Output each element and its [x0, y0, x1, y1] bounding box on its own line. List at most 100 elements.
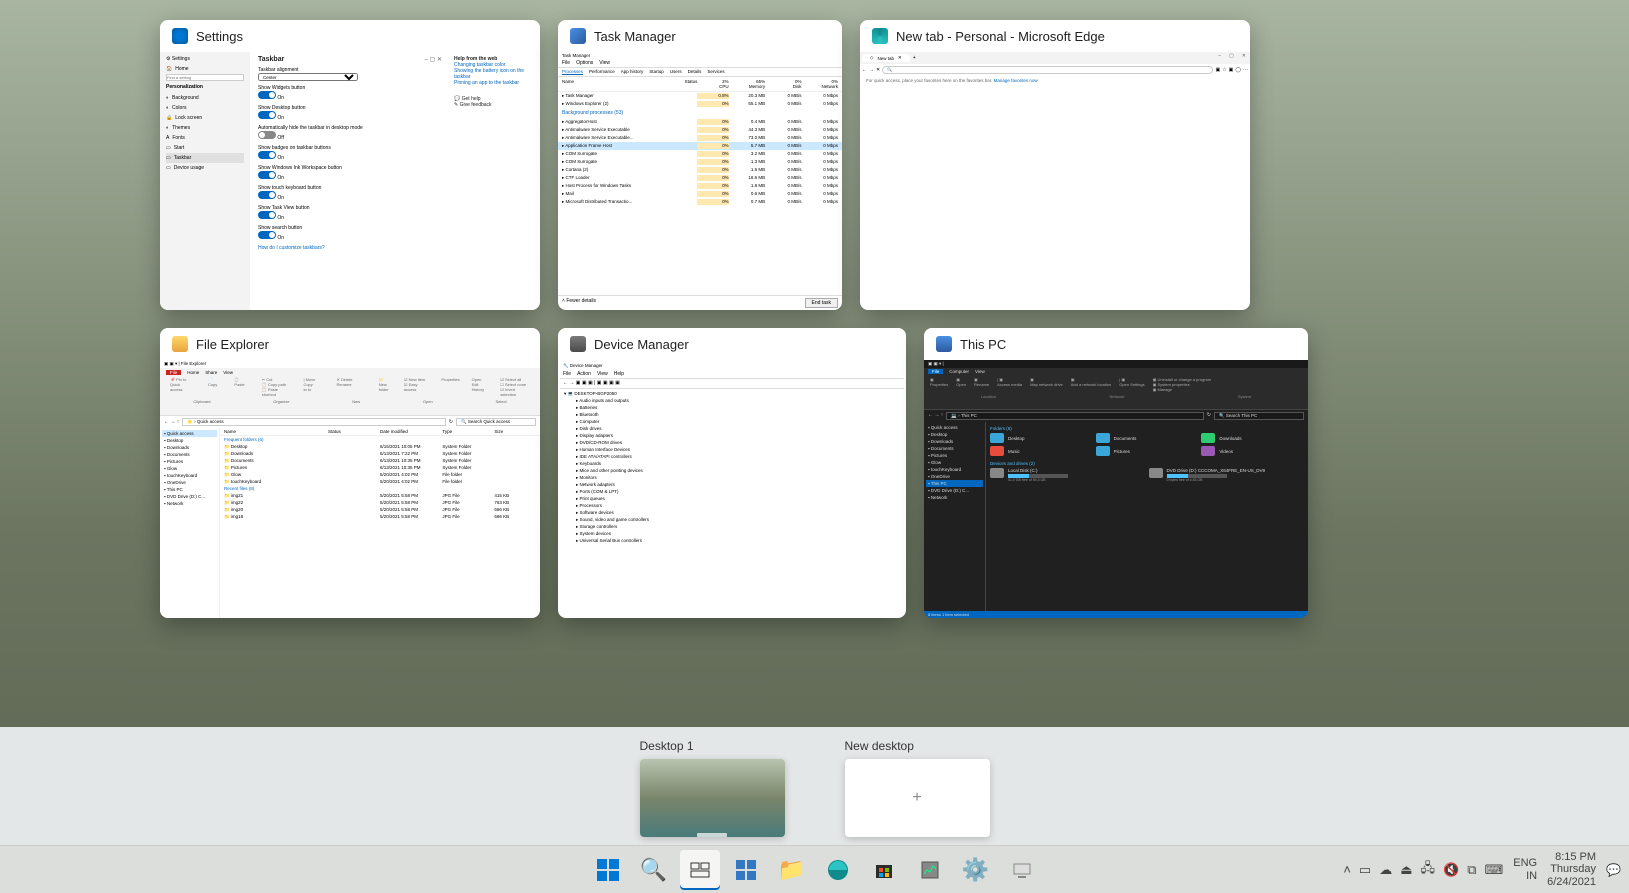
- sidebar-item[interactable]: ◐ Themes: [166, 123, 244, 133]
- toggle-row[interactable]: Show touch keyboard button On: [258, 185, 442, 201]
- volume-icon[interactable]: 🔇: [1443, 862, 1459, 878]
- file-row[interactable]: 📁 Desktop6/15/2021 10:05 PMSystem Folder: [220, 443, 540, 450]
- sidebar-item[interactable]: ▪ touchKeyboard: [926, 466, 983, 473]
- window-thumb-settings[interactable]: Settings ⚙ Settings 🏠 Home Personalizati…: [160, 20, 540, 310]
- alignment-select[interactable]: Center: [258, 73, 358, 81]
- desktop-1[interactable]: Desktop 1: [640, 739, 785, 837]
- customize-link[interactable]: How do I customize taskbars?: [258, 245, 325, 251]
- device-node[interactable]: ▸ Human Interface Devices: [564, 446, 900, 453]
- sidebar-item[interactable]: ▪ OneDrive: [162, 479, 217, 486]
- window-thumb-edge[interactable]: New tab - Personal - Microsoft Edge –▢✕ …: [860, 20, 1250, 310]
- sidebar[interactable]: ▪ Quick access▪ Desktop▪ Downloads▪ Docu…: [924, 422, 986, 611]
- process-row[interactable]: ▸ Antimalware Service Executable...0%73.…: [558, 134, 842, 142]
- sidebar-home[interactable]: 🏠 Home: [166, 64, 244, 74]
- file-row[interactable]: 📁 touchKeyboard5/20/2021 4:02 PMFile fol…: [220, 478, 540, 485]
- close-icon[interactable]: ✕: [876, 67, 880, 73]
- process-row[interactable]: ▸ COM Surrogate0%1.3 MB0 MB/s0 Mbps: [558, 158, 842, 166]
- sidebar-item[interactable]: ▪ This PC: [162, 486, 217, 493]
- network-icon[interactable]: 🖧: [1421, 859, 1436, 881]
- new-desktop[interactable]: New desktop +: [845, 739, 990, 837]
- profile-icon[interactable]: ◯: [1235, 67, 1241, 73]
- sidebar-item[interactable]: ▪ DVD Drive (D:) C...: [162, 493, 217, 500]
- device-node[interactable]: ▸ Universal Serial Bus controllers: [564, 537, 900, 544]
- process-row[interactable]: ▸ COM Surrogate0%3.2 MB0 MB/s0 Mbps: [558, 150, 842, 158]
- device-node[interactable]: ▸ Processors: [564, 502, 900, 509]
- toggle-row[interactable]: Show Widgets button On: [258, 85, 442, 101]
- notifications-icon[interactable]: 💬: [1606, 863, 1621, 877]
- window-thumb-devicemanager[interactable]: Device Manager 🔧 Device Manager File Act…: [558, 328, 906, 618]
- manage-favorites-link[interactable]: Manage favorites now: [994, 78, 1038, 83]
- device-tree[interactable]: ▾ 💻 DESKTOP-BGP2050 ▸ Audio inputs and o…: [560, 389, 904, 546]
- device-node[interactable]: ▸ Disk drives: [564, 425, 900, 432]
- clock[interactable]: 8:15 PM Thursday 6/24/2021: [1547, 851, 1596, 887]
- folder-item[interactable]: Music: [990, 446, 1093, 456]
- file-row[interactable]: 📁 img185/20/2021 5:58 PMJPG File696 KB: [220, 513, 540, 520]
- reader-icon[interactable]: ▣: [1215, 67, 1220, 73]
- toggle-row[interactable]: Show badges on taskbar buttons On: [258, 145, 442, 161]
- file-row[interactable]: 📁 Documents6/13/2021 10:35 PMSystem Fold…: [220, 457, 540, 464]
- device-node[interactable]: ▸ Audio inputs and outputs: [564, 397, 900, 404]
- process-row[interactable]: ▸ AggregatorHost0%0.4 MB0 MB/s0 Mbps: [558, 118, 842, 126]
- fileexplorer-button[interactable]: 📁: [772, 850, 812, 890]
- sidebar-item[interactable]: ▪ Downloads: [162, 444, 217, 451]
- ribbon[interactable]: File Home Share View 📌 Pin to Quickacces…: [160, 368, 540, 416]
- window-buttons[interactable]: –▢✕: [1214, 52, 1250, 60]
- folder-item[interactable]: Videos: [1201, 446, 1304, 456]
- desktop-thumbnail[interactable]: [640, 759, 785, 837]
- usb-icon[interactable]: ⏏: [1400, 862, 1412, 878]
- sidebar-item[interactable]: ▭ Start: [166, 143, 244, 153]
- toggle-row[interactable]: Show Desktop button On: [258, 105, 442, 121]
- drive-item[interactable]: DVD Drive (D:) CCCOMA_X64FRE_EN-US_DV90 …: [1149, 468, 1305, 482]
- sidebar-item[interactable]: ▪ OneDrive: [926, 473, 983, 480]
- process-row[interactable]: ▸ Cortana (2)0%1.5 MB0 MB/s0 Mbps: [558, 166, 842, 174]
- device-node[interactable]: ▸ Mice and other pointing devices: [564, 467, 900, 474]
- battery-icon[interactable]: ▭: [1359, 862, 1371, 878]
- sidebar-item[interactable]: ▪ Pictures: [926, 452, 983, 459]
- device-node[interactable]: ▸ Monitors: [564, 474, 900, 481]
- connect-icon[interactable]: ⧉: [1467, 862, 1476, 878]
- drive-item[interactable]: Local Disk (C:)41.0 GB free of 59.3 GB: [990, 468, 1146, 482]
- file-row[interactable]: 📁 img205/20/2021 5:58 PMJPG File666 KB: [220, 506, 540, 513]
- process-row[interactable]: ▸ CTF Loader0%18.6 MB0 MB/s0 Mbps: [558, 174, 842, 182]
- widgets-button[interactable]: [726, 850, 766, 890]
- process-row[interactable]: ▸ Microsoft Distributed Transactio...0%0…: [558, 198, 842, 206]
- favorite-icon[interactable]: ☆: [1222, 67, 1226, 73]
- forward-icon[interactable]: →: [869, 67, 874, 73]
- sidebar-item[interactable]: ◐ Background: [166, 93, 244, 103]
- device-node[interactable]: ▸ Software devices: [564, 509, 900, 516]
- url-input[interactable]: 🔍: [882, 66, 1213, 74]
- start-button[interactable]: [588, 850, 628, 890]
- file-list[interactable]: Name Status Date modified Type Size Freq…: [220, 428, 540, 618]
- devmgr-button[interactable]: [1002, 850, 1042, 890]
- address-bar[interactable]: ← → ↑ 💻 › This PC ↻ 🔍 Search This PC: [924, 410, 1308, 422]
- end-task-button[interactable]: End task: [805, 298, 838, 308]
- device-node[interactable]: ▸ Network adapters: [564, 481, 900, 488]
- device-node[interactable]: ▸ Storage controllers: [564, 523, 900, 530]
- sidebar-item[interactable]: ▪ Documents: [926, 445, 983, 452]
- device-node[interactable]: ▸ DVD/CD-ROM drives: [564, 439, 900, 446]
- sidebar-item[interactable]: ▪ Desktop: [926, 431, 983, 438]
- menu-icon[interactable]: ⋯: [1243, 67, 1248, 73]
- folder-item[interactable]: Pictures: [1096, 446, 1199, 456]
- device-node[interactable]: ▸ Computer: [564, 418, 900, 425]
- device-node[interactable]: ▸ Display adapters: [564, 432, 900, 439]
- new-desktop-button[interactable]: +: [845, 759, 990, 837]
- sidebar-item[interactable]: ▪ Network: [162, 500, 217, 507]
- toggle-row[interactable]: Show Task View button On: [258, 205, 442, 221]
- sidebar-item[interactable]: ▪ Pictures: [162, 458, 217, 465]
- keyboard-icon[interactable]: ⌨: [1485, 862, 1504, 878]
- device-node[interactable]: ▸ System devices: [564, 530, 900, 537]
- collections-icon[interactable]: ▣: [1229, 67, 1234, 73]
- sidebar-item[interactable]: ▭ Device usage: [166, 163, 244, 173]
- process-row[interactable]: ▸ Mail0%0.6 MB0 MB/s0 Mbps: [558, 190, 842, 198]
- sidebar-item[interactable]: A Fonts: [166, 133, 244, 143]
- sidebar-item[interactable]: ▪ DVD Drive (D:) C...: [926, 487, 983, 494]
- tabs[interactable]: Processes Performance App history Startu…: [558, 68, 842, 77]
- store-button[interactable]: [864, 850, 904, 890]
- browser-tabs[interactable]: ◇New tab✕ +: [860, 52, 1214, 64]
- toggle-row[interactable]: Show search button On: [258, 225, 442, 241]
- device-node[interactable]: ▸ IDE ATA/ATAPI controllers: [564, 453, 900, 460]
- toggle-row[interactable]: Automatically hide the taskbar in deskto…: [258, 125, 442, 141]
- window-thumb-fileexplorer[interactable]: File Explorer ▣ ▣ ▾ | File Explorer File…: [160, 328, 540, 618]
- taskmgr-button[interactable]: [910, 850, 950, 890]
